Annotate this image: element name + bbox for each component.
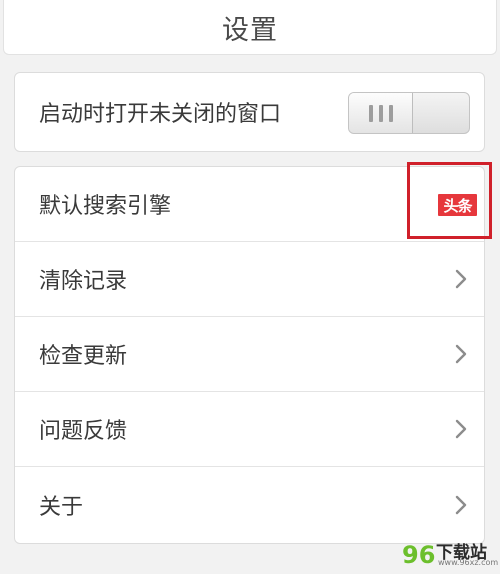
restore-windows-toggle[interactable] — [348, 92, 470, 134]
chevron-right-icon — [454, 495, 468, 515]
restore-windows-card: 启动时打开未关闭的窗口 — [14, 72, 485, 152]
restore-windows-label: 启动时打开未关闭的窗口 — [39, 102, 282, 127]
about-label: 关于 — [39, 494, 84, 520]
toggle-knob[interactable] — [349, 93, 413, 133]
grip-line — [368, 104, 373, 122]
list-item-about[interactable]: 关于 — [15, 467, 484, 542]
restore-windows-row[interactable]: 启动时打开未关闭的窗口 — [15, 73, 484, 151]
watermark-logo-icon: 96 — [402, 541, 435, 569]
chevron-right-icon — [454, 419, 468, 439]
watermark-url: www.96xz.com — [438, 558, 499, 567]
list-item-check-updates[interactable]: 检查更新 — [15, 317, 484, 392]
grip-line — [378, 104, 383, 122]
check-updates-label: 检查更新 — [39, 344, 128, 369]
page-title: 设置 — [222, 14, 278, 46]
svg-text:96: 96 — [402, 541, 435, 569]
settings-header: 设置 — [3, 0, 497, 55]
settings-list: 默认搜索引擎 头条 清除记录 检查更新 问题反馈 关于 — [14, 162, 492, 544]
feedback-label: 问题反馈 — [39, 419, 128, 444]
list-item-feedback[interactable]: 问题反馈 — [15, 392, 484, 467]
chevron-right-icon — [454, 269, 468, 289]
grip-line — [388, 104, 393, 122]
site-watermark: 96 下载站 www.96xz.com — [402, 538, 498, 570]
list-item-clear-records[interactable]: 清除记录 — [15, 242, 484, 317]
clear-records-label: 清除记录 — [39, 269, 128, 294]
chevron-right-icon — [454, 344, 468, 364]
search-engine-label: 默认搜索引擎 — [39, 194, 172, 219]
search-engine-row[interactable]: 默认搜索引擎 头条 — [15, 162, 492, 242]
toutiao-engine-badge[interactable]: 头条 — [438, 194, 477, 216]
